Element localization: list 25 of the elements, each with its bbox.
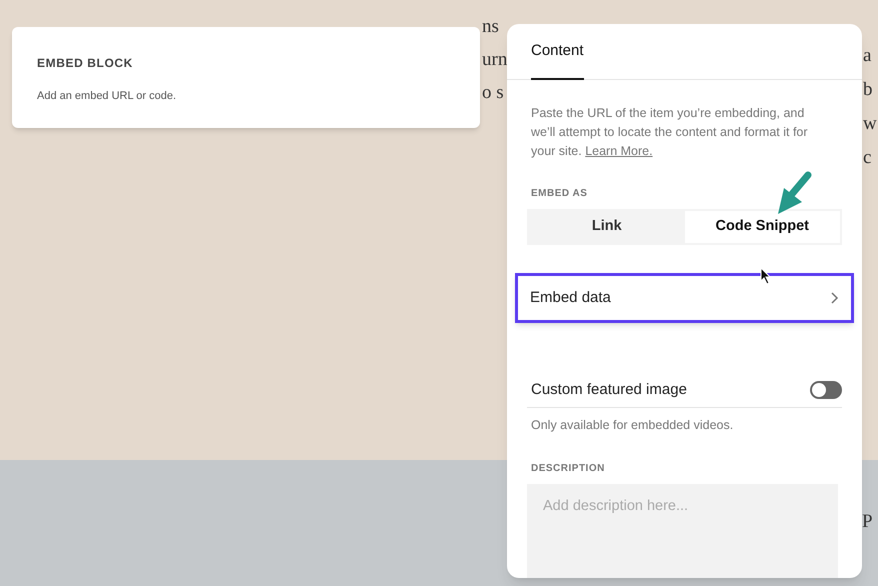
mouse-pointer-icon <box>760 267 772 285</box>
background-text: c <box>863 146 872 170</box>
chevron-right-icon <box>831 292 839 304</box>
background-text: P <box>862 510 873 534</box>
embed-data-row[interactable]: Embed data <box>515 272 854 323</box>
background-text: ns <box>482 15 499 39</box>
section-label: EMBED AS <box>530 187 588 202</box>
background-text: o s <box>482 81 504 105</box>
segment-option[interactable]: Code Snippet <box>684 211 840 243</box>
intro-text: Paste the URL of the item you’re embedding, and we’ll attempt to locate the content and format it for your site. Learn More. <box>531 105 809 160</box>
row-label: Embed data <box>530 288 611 308</box>
learn-more-link[interactable]: Learn More. <box>585 144 653 158</box>
block-subtitle: Add an embed URL or code. <box>37 89 178 104</box>
segment-option[interactable]: Link <box>529 211 684 243</box>
tab[interactable]: Content <box>531 24 584 80</box>
help-text: Only available for embedded videos. <box>530 417 734 434</box>
background-text: w <box>863 112 877 136</box>
block-title: EMBED BLOCK <box>37 55 134 72</box>
background-text: urn <box>482 48 508 72</box>
section-label: DESCRIPTION <box>530 462 606 476</box>
toggle-switch[interactable] <box>810 380 842 399</box>
description-field[interactable]: Add description here... <box>527 484 838 578</box>
toggle-label: Custom featured image <box>530 380 687 400</box>
background-text: a <box>863 44 872 68</box>
background-text: b <box>863 78 872 102</box>
